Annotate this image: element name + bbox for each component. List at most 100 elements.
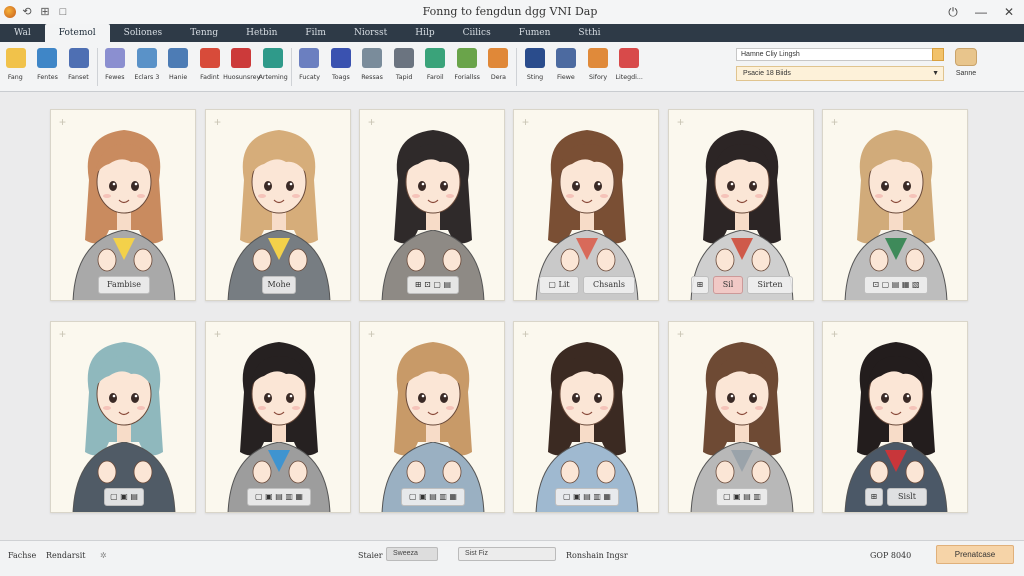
card-action-chip[interactable]: Sil	[713, 276, 743, 294]
card-action-chip[interactable]: ⊡ ▢ ▤ ▦ ▧	[864, 276, 928, 294]
tool-button-3[interactable]: Fanset	[63, 46, 95, 88]
search-field[interactable]: Hamne Cliy Lingsh	[736, 48, 944, 61]
tab-8[interactable]: Hilp	[401, 24, 448, 42]
document-icon	[68, 48, 89, 68]
card-action-chip[interactable]: ⊞	[865, 488, 883, 506]
card-action-chip[interactable]: ▢ Lit	[539, 276, 579, 294]
search-field-value: Hamne Cliy Lingsh	[741, 51, 800, 58]
tool-button-16[interactable]: Dera	[483, 46, 515, 88]
tool-button-1[interactable]: Fang	[0, 46, 32, 88]
tab-9[interactable]: Ciilics	[449, 24, 505, 42]
tab-11[interactable]: Stthi	[564, 24, 614, 42]
character-card[interactable]: + ▢ Lit Chsanls	[513, 109, 659, 301]
arrow-icon	[299, 48, 320, 68]
tool-button-2[interactable]: Fentes	[32, 46, 64, 88]
tab-2[interactable]: Fotemol	[44, 24, 110, 42]
tool-label: Foriallss	[453, 73, 480, 81]
undo-icon[interactable]: ⟲	[20, 5, 34, 19]
tool-button-13[interactable]: Tapid	[388, 46, 420, 88]
close-icon[interactable]: ✕	[1000, 3, 1018, 21]
character-gallery: + Fambise + Mohe + ⊞ ⊡ ▢ ▤ + ▢ Lit Chsanls + ⊞ Sil S…	[0, 92, 1024, 540]
tool-button-5[interactable]: Eclars 3	[131, 46, 163, 88]
card-action-chip[interactable]: ▢ ▣ ▤ ▥ ▦	[555, 488, 619, 506]
status-action-button[interactable]: Prenatcase	[936, 545, 1014, 564]
tab-7[interactable]: Niorsst	[340, 24, 401, 42]
card-action-chip[interactable]: Chsanls	[583, 276, 635, 294]
card-action-chip[interactable]: ▢ ▣ ▤ ▥ ▦	[247, 488, 311, 506]
character-illustration	[690, 130, 794, 300]
status-left-2[interactable]: Rendarsit	[46, 551, 86, 560]
tab-5[interactable]: Hetbin	[232, 24, 291, 42]
tool-label: Tapid	[395, 73, 412, 81]
character-card[interactable]: + ▢ ▣ ▤	[50, 321, 196, 513]
image-icon	[231, 48, 252, 68]
character-card[interactable]: + ⊞ Sislt	[822, 321, 968, 513]
tool-button-14[interactable]: Faroil	[420, 46, 452, 88]
tool-button-15[interactable]: Foriallss	[451, 46, 483, 88]
card-action-chip[interactable]: Fambise	[98, 276, 150, 294]
tool-button-6[interactable]: Hanie	[163, 46, 195, 88]
export-button[interactable]: Sanne	[952, 48, 980, 80]
tool-button-4[interactable]: Fewes	[100, 46, 132, 88]
power-icon[interactable]: ⏻	[944, 3, 962, 21]
character-card[interactable]: + ▢ ▣ ▤ ▥ ▦	[513, 321, 659, 513]
card-action-chip[interactable]: Sirten	[747, 276, 793, 294]
card-action-chip[interactable]: ▢ ▣ ▤ ▥ ▦	[401, 488, 465, 506]
tool-button-18[interactable]: Fiewe	[551, 46, 583, 88]
card-action-chip[interactable]: ⊞	[691, 276, 709, 294]
status-label: Staier	[358, 551, 383, 560]
character-card[interactable]: + ⊞ ⊡ ▢ ▤	[359, 109, 505, 301]
tool-label: Litegdi...	[615, 73, 643, 81]
grid-icon[interactable]: ⊞	[38, 5, 52, 19]
settings-icon[interactable]: ✲	[100, 551, 107, 560]
tool-group: Fang Fentes Fanset Fewes Eclars 3 Hanie Fadint…	[0, 46, 645, 88]
card-action-chip[interactable]: ⊞ ⊡ ▢ ▤	[407, 276, 459, 294]
card-action-chip[interactable]: Mohe	[262, 276, 296, 294]
character-card[interactable]: + ▢ ▣ ▤ ▥	[668, 321, 814, 513]
tab-6[interactable]: Film	[291, 24, 340, 42]
card-action-chip[interactable]: ▢ ▣ ▤	[104, 488, 144, 506]
search-dropdown-button[interactable]	[932, 48, 944, 61]
tab-1[interactable]: Wal	[0, 24, 45, 42]
tool-button-10[interactable]: Fucaty	[294, 46, 326, 88]
square-icon[interactable]: □	[56, 5, 70, 19]
tool-button-7[interactable]: Fadint	[194, 46, 226, 88]
preset-select[interactable]: Psacie 18 Biids ▼	[736, 66, 944, 81]
character-card[interactable]: + ▢ ▣ ▤ ▥ ▦	[359, 321, 505, 513]
tool-button-11[interactable]: Toags	[325, 46, 357, 88]
status-toggle[interactable]: Sweeza	[386, 547, 438, 561]
tool-button-12[interactable]: Ressas	[357, 46, 389, 88]
book-icon	[619, 48, 640, 68]
card-action-chip[interactable]: Sislt	[887, 488, 927, 506]
character-illustration	[535, 130, 639, 300]
status-select[interactable]: Sist Fiz	[458, 547, 556, 561]
tab-3[interactable]: Soliones	[110, 24, 177, 42]
tab-10[interactable]: Fumen	[505, 24, 565, 42]
ring-icon	[330, 48, 351, 68]
tool-button-8[interactable]: Huosunsrey	[223, 46, 260, 88]
minimize-icon[interactable]: —	[972, 3, 990, 21]
preset-select-value: Psacie 18 Biids	[743, 70, 791, 77]
character-card[interactable]: + ▢ ▣ ▤ ▥ ▦	[205, 321, 351, 513]
status-left-1[interactable]: Fachse	[8, 551, 36, 560]
zoom-readout[interactable]: GOP 8040	[870, 551, 911, 560]
tool-button-19[interactable]: Sifory	[582, 46, 614, 88]
tool-button-20[interactable]: Litegdi...	[614, 46, 646, 88]
export-icon	[955, 48, 977, 66]
window-title: Fonng to fengdun dgg VNI Dap	[422, 5, 598, 18]
character-card[interactable]: + Fambise	[50, 109, 196, 301]
tool-label: Toags	[331, 73, 350, 81]
card-action-chip[interactable]: ▢ ▣ ▤ ▥	[716, 488, 768, 506]
character-illustration	[690, 342, 794, 512]
tab-4[interactable]: Tenng	[176, 24, 232, 42]
character-card[interactable]: + ⊡ ▢ ▤ ▦ ▧	[822, 109, 968, 301]
character-illustration	[227, 342, 331, 512]
tool-button-9[interactable]: Arteming	[257, 46, 289, 88]
character-card[interactable]: + Mohe	[205, 109, 351, 301]
pen-icon	[105, 48, 126, 68]
tool-label: Fentes	[36, 73, 58, 81]
character-illustration	[72, 130, 176, 300]
character-card[interactable]: + ⊞ Sil Sirten	[668, 109, 814, 301]
tool-button-17[interactable]: Sting	[519, 46, 551, 88]
app-window: ⟲ ⊞ □ Fonng to fengdun dgg VNI Dap ⏻ — ✕…	[0, 0, 1024, 576]
